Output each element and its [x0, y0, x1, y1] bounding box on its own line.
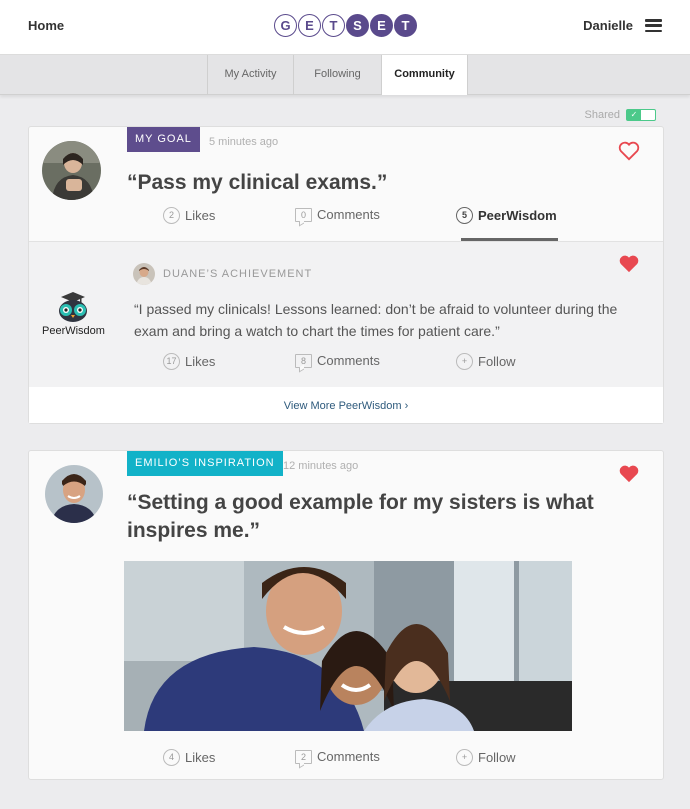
peerwisdom-count: 5: [456, 207, 473, 224]
follow-label: Follow: [478, 354, 516, 369]
peerwisdom-section: PeerWisdom DUANE’S ACHIEVEMENT “I passed…: [29, 241, 663, 387]
tab-following[interactable]: Following: [293, 55, 381, 95]
shared-label: Shared: [584, 109, 620, 121]
logo-letter: G: [274, 14, 297, 37]
getset-logo[interactable]: G E T S E T: [274, 14, 417, 37]
goal-post-card: MY GOAL 5 minutes ago “Pass my clinical …: [28, 126, 664, 424]
likes-button[interactable]: 17 Likes: [163, 353, 215, 370]
logo-letter: S: [346, 14, 369, 37]
hamburger-menu-icon[interactable]: [645, 19, 662, 32]
likes-count: 17: [163, 353, 180, 370]
comments-count: 8: [295, 353, 312, 368]
likes-button[interactable]: 2 Likes: [163, 207, 215, 224]
follow-button[interactable]: + Follow: [456, 749, 516, 766]
peerwisdom-brand: PeerWisdom: [42, 325, 105, 337]
comments-label: Comments: [317, 353, 380, 368]
post-tag: MY GOAL: [127, 127, 200, 152]
plus-icon: +: [456, 353, 473, 370]
logo-letter: T: [322, 14, 345, 37]
heart-outline-icon[interactable]: [618, 141, 640, 161]
shared-toggle-group: Shared ✓: [585, 109, 656, 121]
avatar[interactable]: [133, 263, 155, 285]
peerwisdom-actions: 17 Likes 8 Comments + Follow: [29, 353, 665, 377]
tabs: My Activity Following Community: [207, 55, 468, 95]
post-time: 12 minutes ago: [283, 460, 359, 472]
logo-letter: E: [298, 14, 321, 37]
likes-label: Likes: [185, 750, 216, 765]
comments-count: 0: [295, 207, 312, 222]
peerwisdom-owl-icon: [59, 292, 87, 322]
user-name[interactable]: Danielle: [583, 18, 633, 33]
shared-toggle[interactable]: ✓: [626, 109, 656, 121]
top-header: Home G E T S E T Danielle: [0, 0, 690, 55]
avatar[interactable]: [42, 141, 101, 200]
likes-label: Likes: [185, 354, 216, 369]
post-time: 5 minutes ago: [209, 136, 279, 148]
tab-bar: My Activity Following Community: [0, 55, 690, 95]
inspiration-post-card: EMILIO’S INSPIRATION 12 minutes ago “Set…: [28, 450, 664, 780]
avatar[interactable]: [45, 465, 103, 523]
peerwisdom-button[interactable]: 5 PeerWisdom: [456, 207, 557, 224]
comments-count: 2: [295, 749, 312, 764]
comments-button[interactable]: 8 Comments: [295, 353, 380, 368]
achievement-label: DUANE’S ACHIEVEMENT: [163, 268, 313, 280]
user-area: Danielle: [583, 18, 662, 33]
comments-label: Comments: [317, 749, 380, 764]
follow-button[interactable]: + Follow: [456, 353, 516, 370]
likes-count: 4: [163, 749, 180, 766]
likes-label: Likes: [185, 208, 216, 223]
comments-button[interactable]: 0 Comments: [295, 207, 380, 222]
post-quote: “Setting a good example for my sisters i…: [127, 491, 594, 542]
heart-filled-icon[interactable]: [618, 254, 640, 274]
likes-count: 2: [163, 207, 180, 224]
tab-community[interactable]: Community: [381, 55, 468, 95]
view-more-peerwisdom-link[interactable]: View More PeerWisdom ›: [29, 387, 663, 423]
logo-letter: E: [370, 14, 393, 37]
check-icon: ✓: [627, 110, 641, 120]
post-tag: EMILIO’S INSPIRATION: [127, 451, 283, 476]
divider: [29, 241, 663, 242]
post-actions: 4 Likes 2 Comments + Follow: [29, 749, 665, 773]
post-photo[interactable]: [124, 561, 572, 731]
post-actions: 2 Likes 0 Comments 5 PeerWisdom: [29, 207, 665, 231]
home-link[interactable]: Home: [28, 18, 64, 33]
follow-label: Follow: [478, 750, 516, 765]
tab-my-activity[interactable]: My Activity: [207, 55, 293, 95]
post-quote: “Pass my clinical exams.”: [127, 171, 388, 194]
comments-button[interactable]: 2 Comments: [295, 749, 380, 764]
heart-filled-icon[interactable]: [618, 464, 640, 484]
comments-label: Comments: [317, 207, 380, 222]
peerwisdom-label: PeerWisdom: [478, 208, 557, 223]
likes-button[interactable]: 4 Likes: [163, 749, 215, 766]
plus-icon: +: [456, 749, 473, 766]
peerwisdom-text: “I passed my clinicals! Lessons learned:…: [134, 301, 618, 339]
logo-letter: T: [394, 14, 417, 37]
